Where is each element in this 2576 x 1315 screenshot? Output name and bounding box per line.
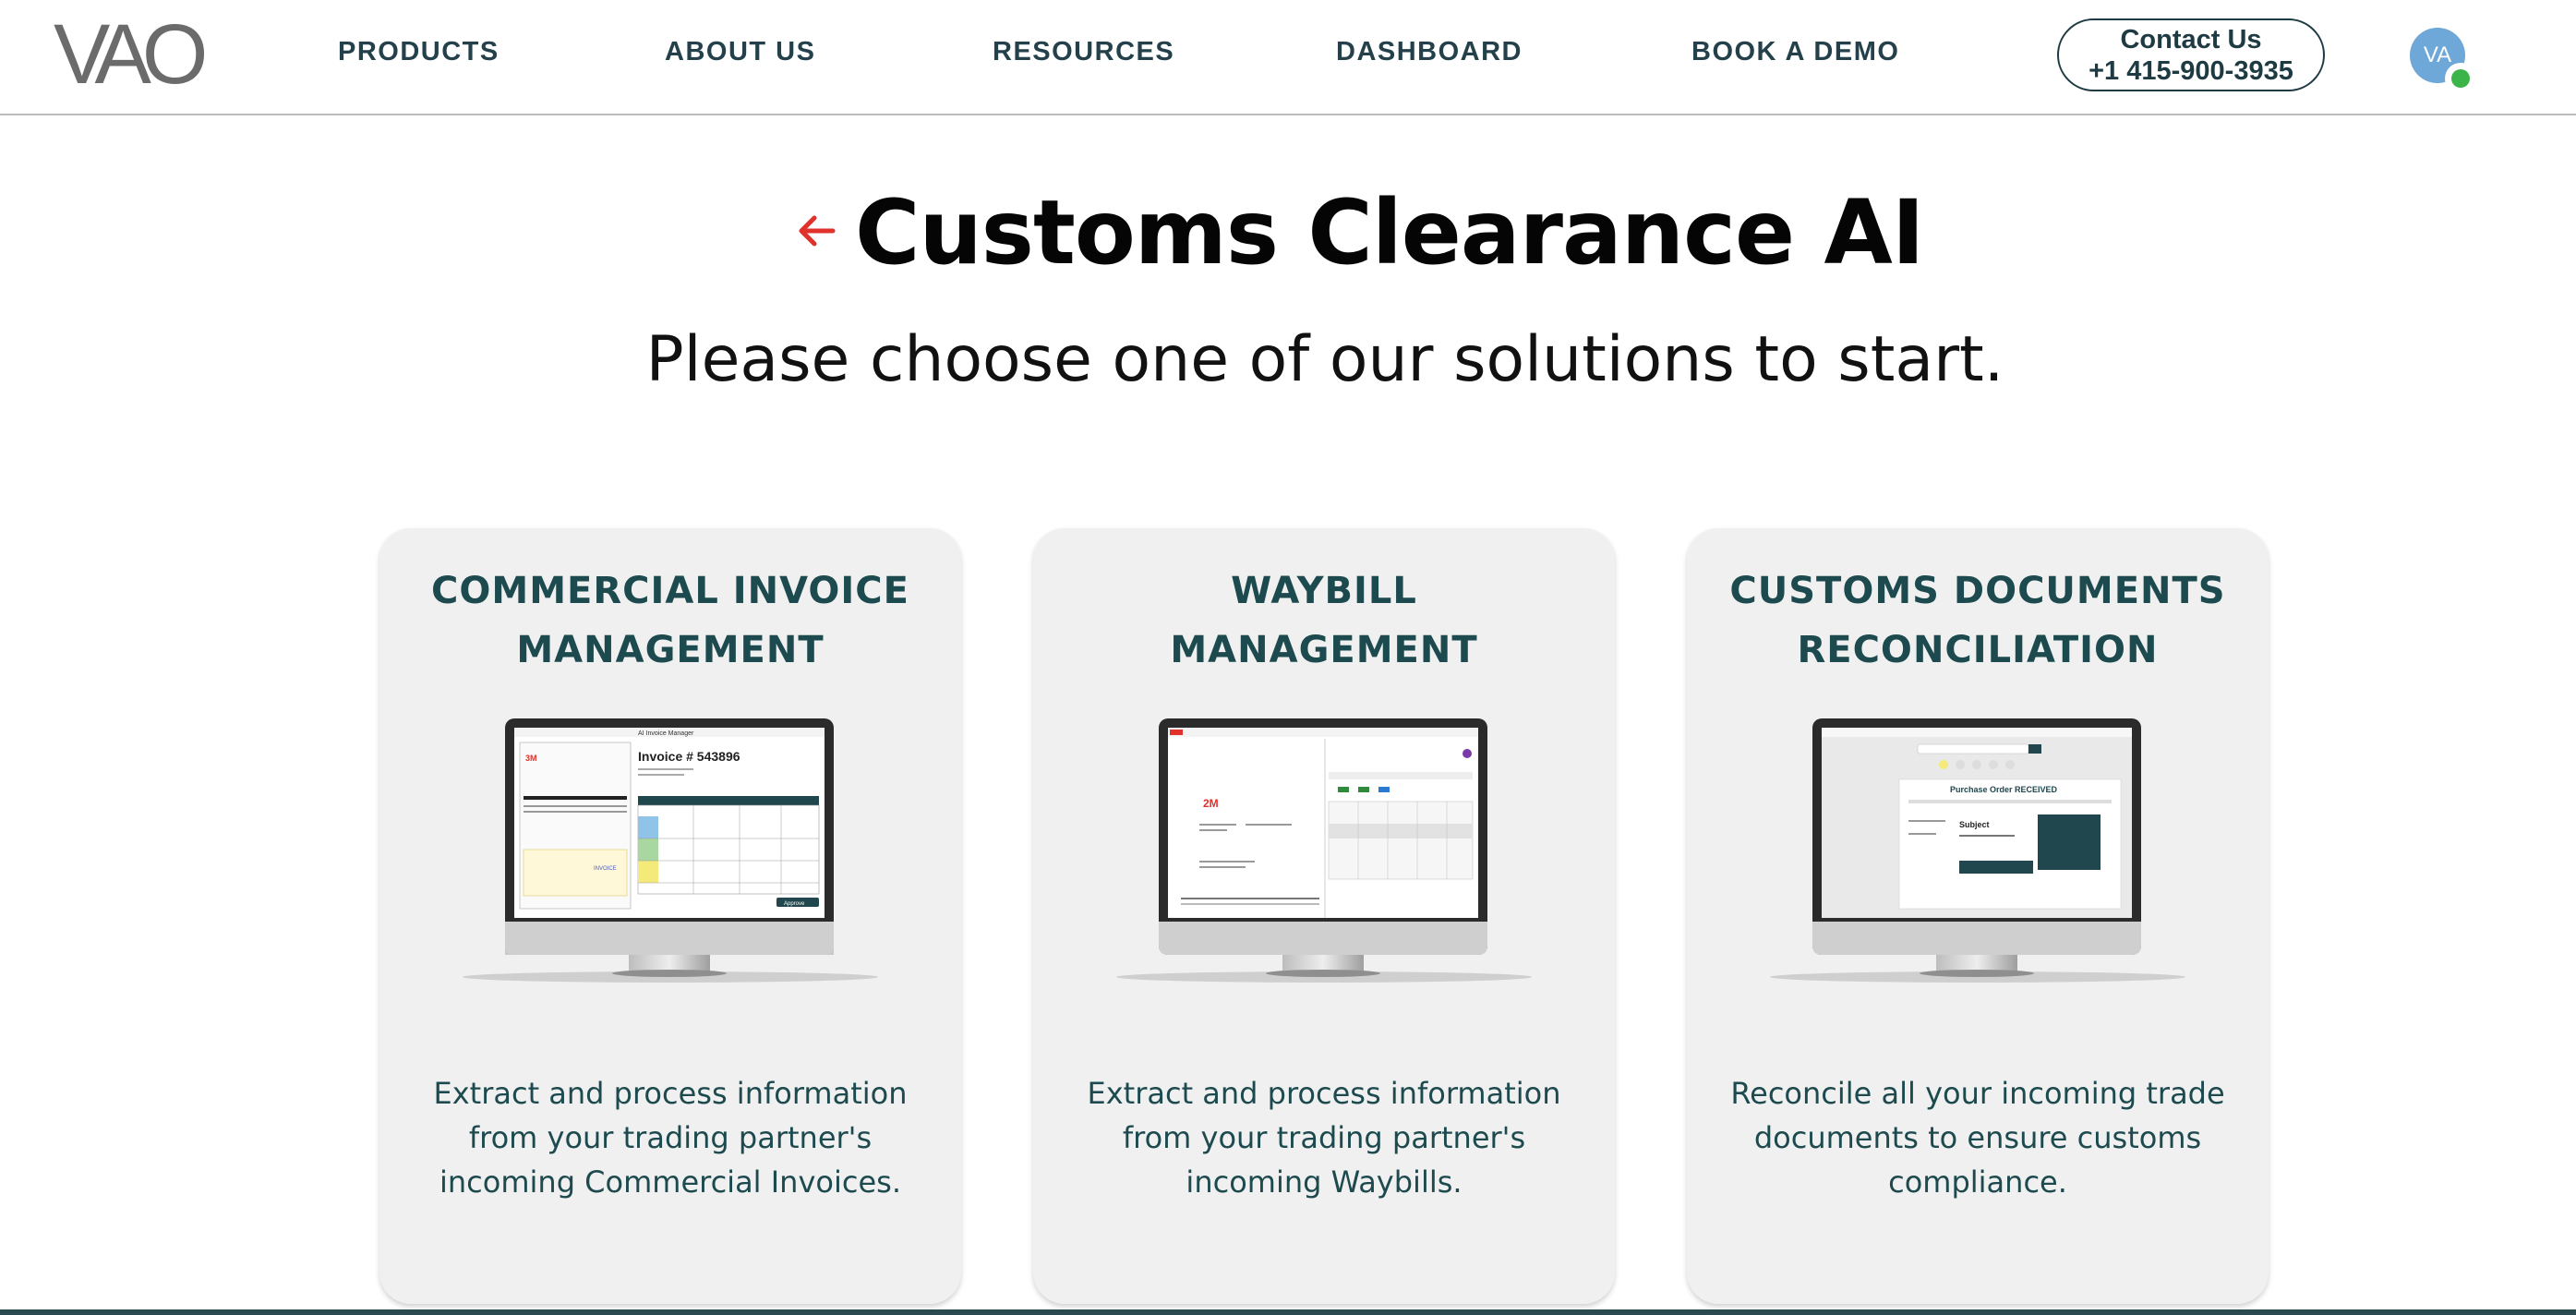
solution-card-customs-reconciliation[interactable]: CUSTOMS DOCUMENTS RECONCILIATION Purchas…	[1687, 528, 2269, 1304]
page-title: Customs Clearance AI	[855, 181, 1925, 284]
card-title-line2: MANAGEMENT	[1170, 629, 1478, 671]
svg-text:Purchase Order RECEIVED: Purchase Order RECEIVED	[1950, 785, 2058, 794]
nav-products[interactable]: PRODUCTS	[338, 37, 500, 67]
solution-card-commercial-invoice[interactable]: COMMERCIAL INVOICE MANAGEMENT AI Invoice…	[379, 528, 961, 1304]
svg-text:AI Invoice Manager: AI Invoice Manager	[638, 730, 694, 737]
contact-phone: +1 415-900-3935	[2088, 56, 2293, 86]
svg-text:Subject: Subject	[1959, 820, 1990, 829]
nav-about-us[interactable]: ABOUT US	[665, 37, 815, 67]
online-status-icon	[2445, 63, 2476, 94]
monitor-screenshot-image: AI Invoice Manager 3M INVOICE Invoice # …	[463, 718, 878, 983]
top-nav-bar: VAO PRODUCTS ABOUT US RESOURCES DASHBOAR…	[0, 0, 2576, 115]
card-title: CUSTOMS DOCUMENTS RECONCILIATION	[1715, 561, 2241, 680]
nav-resources[interactable]: RESOURCES	[993, 37, 1174, 67]
svg-text:Invoice # 543896: Invoice # 543896	[638, 749, 740, 764]
contact-us-button[interactable]: Contact Us +1 415-900-3935	[2057, 18, 2325, 91]
vao-logo[interactable]: VAO	[54, 17, 243, 90]
card-title-line2: RECONCILIATION	[1797, 629, 2159, 671]
card-description: Extract and process information from you…	[433, 1076, 908, 1200]
svg-text:3M: 3M	[525, 754, 537, 763]
nav-book-a-demo[interactable]: BOOK A DEMO	[1691, 37, 1899, 67]
contact-us-label: Contact Us	[2120, 25, 2262, 54]
svg-text:2M: 2M	[1203, 797, 1219, 810]
bottom-edge-bar	[0, 1309, 2576, 1315]
solution-card-waybill[interactable]: WAYBILL MANAGEMENT 2M Extract and proces…	[1033, 528, 1615, 1304]
card-description: Extract and process information from you…	[1087, 1076, 1561, 1200]
card-description: Reconcile all your incoming trade docume…	[1730, 1076, 2225, 1200]
card-title-line1: CUSTOMS DOCUMENTS	[1729, 570, 2226, 612]
monitor-screenshot-image: Purchase Order RECEIVED Subject	[1770, 718, 2185, 983]
svg-text:Approve: Approve	[784, 901, 805, 907]
card-title-line2: MANAGEMENT	[516, 629, 825, 671]
card-title-line1: WAYBILL	[1231, 570, 1417, 612]
card-title: COMMERCIAL INVOICE MANAGEMENT	[407, 561, 933, 680]
nav-dashboard[interactable]: DASHBOARD	[1336, 37, 1523, 67]
card-title: WAYBILL MANAGEMENT	[1061, 561, 1587, 680]
svg-text:INVOICE: INVOICE	[594, 866, 617, 872]
monitor-screenshot-image: 2M	[1116, 718, 1532, 983]
avatar-initials: VA	[2423, 42, 2452, 67]
svg-text:VAO: VAO	[54, 17, 205, 90]
card-title-line1: COMMERCIAL INVOICE	[431, 570, 909, 612]
page-subtitle: Please choose one of our solutions to st…	[645, 323, 2004, 396]
back-arrow-icon[interactable]	[796, 211, 840, 251]
